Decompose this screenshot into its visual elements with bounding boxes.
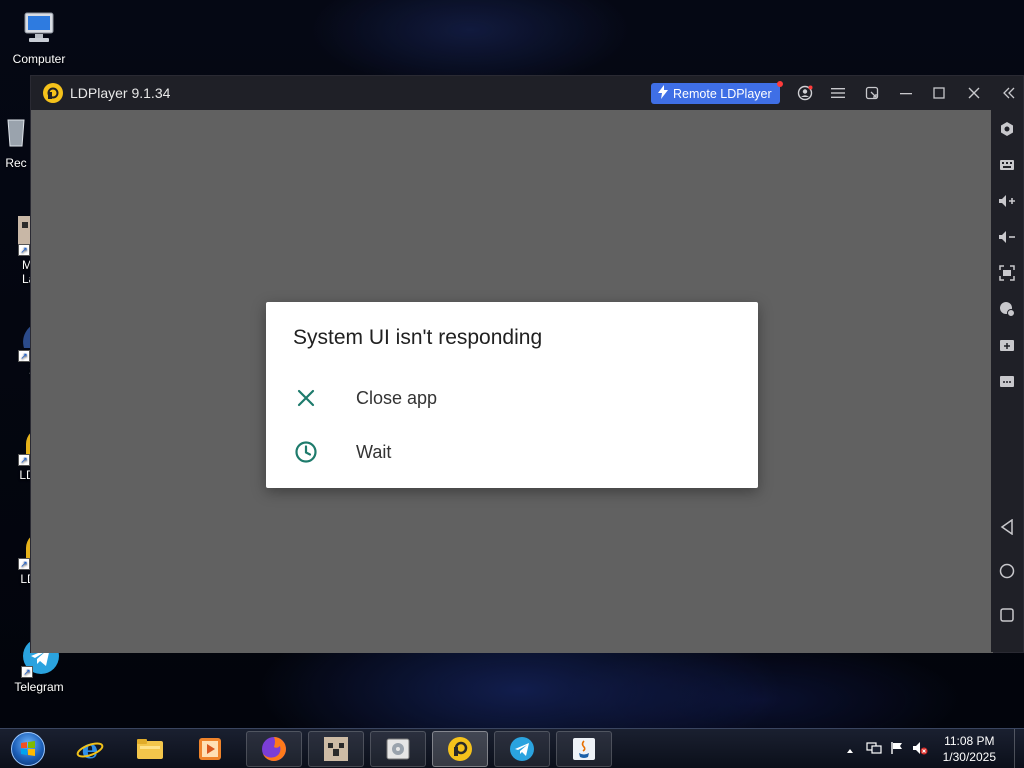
volume-tray-button[interactable] — [912, 741, 928, 760]
install-apk-icon — [1000, 302, 1015, 317]
computer-icon — [19, 8, 59, 48]
system-tray: 11:08 PM 1/30/2025 — [824, 729, 1024, 768]
close-app-option[interactable]: Close app — [266, 371, 758, 425]
clock[interactable]: 11:08 PM 1/30/2025 — [943, 733, 996, 765]
close-icon — [968, 87, 980, 99]
volume-down-button[interactable] — [995, 225, 1019, 249]
show-hidden-icons-button[interactable] — [846, 742, 854, 760]
settings-button[interactable] — [995, 117, 1019, 141]
android-screen[interactable]: System UI isn't responding Close app Wai… — [31, 110, 993, 653]
volume-up-icon — [999, 195, 1015, 207]
start-button[interactable] — [6, 730, 50, 768]
desktop-icon-computer[interactable]: Computer — [7, 8, 71, 66]
volume-down-icon — [999, 231, 1015, 243]
multi-instance-button[interactable] — [995, 333, 1019, 357]
shortcut-arrow-icon: ↗ — [18, 350, 30, 362]
taskbar-ldplayer[interactable] — [432, 731, 488, 767]
hamburger-icon — [831, 88, 845, 98]
double-chevron-left-icon — [1003, 87, 1015, 99]
remote-button-label: Remote LDPlayer — [673, 86, 772, 101]
recents-icon — [1000, 608, 1014, 622]
notification-dot — [776, 81, 783, 87]
action-center-button[interactable] — [890, 741, 904, 760]
home-button[interactable] — [995, 559, 1019, 583]
multi-instance-icon — [1000, 340, 1014, 351]
file-explorer-icon — [137, 739, 163, 759]
clock-icon — [294, 440, 318, 464]
minimize-icon — [900, 93, 912, 95]
taskbar-java[interactable] — [556, 731, 612, 767]
taskbar-internet-explorer[interactable]: e — [62, 731, 118, 767]
clock-date: 1/30/2025 — [942, 750, 996, 764]
lightning-icon — [657, 85, 669, 102]
dialog-title: System UI isn't responding — [293, 326, 543, 349]
maximize-icon — [933, 87, 945, 99]
recents-button[interactable] — [995, 603, 1019, 627]
back-button[interactable] — [995, 515, 1019, 539]
chevron-up-icon — [847, 749, 853, 753]
ldplayer-icon — [448, 737, 472, 761]
ldplayer-window: LDPlayer 9.1.34 Remote LDPlayer System U… — [30, 75, 1024, 653]
network-icon — [866, 742, 882, 754]
taskbar-firefox[interactable] — [246, 731, 302, 767]
taskbar-minecraft[interactable] — [308, 731, 364, 767]
telegram-icon — [510, 737, 534, 761]
taskbar-disk-app[interactable] — [370, 731, 426, 767]
network-tray-button[interactable] — [866, 741, 882, 760]
shortcut-arrow-icon: ↗ — [21, 666, 33, 678]
wait-label: Wait — [356, 441, 392, 462]
ldplayer-logo-icon — [43, 83, 63, 103]
install-apk-button[interactable] — [995, 297, 1019, 321]
minimize-button[interactable] — [889, 76, 923, 110]
close-window-button[interactable] — [957, 76, 991, 110]
volume-muted-icon — [913, 742, 928, 755]
wait-option[interactable]: Wait — [266, 425, 758, 479]
fullscreen-icon — [999, 265, 1015, 281]
media-player-icon — [199, 738, 221, 760]
taskbar-file-explorer[interactable] — [122, 731, 178, 767]
svg-text:e: e — [82, 735, 99, 763]
title-bar[interactable]: LDPlayer 9.1.34 Remote LDPlayer — [31, 76, 1023, 110]
more-icon — [1000, 376, 1014, 387]
flag-icon — [891, 742, 902, 754]
shortcut-arrow-icon: ↗ — [18, 244, 30, 256]
disk-icon — [386, 738, 410, 760]
clock-time: 11:08 PM — [944, 734, 995, 748]
shortcut-arrow-icon: ↗ — [18, 558, 30, 570]
shortcut-arrow-icon: ↗ — [18, 454, 30, 466]
menu-button[interactable] — [821, 76, 855, 110]
remote-ldplayer-button[interactable]: Remote LDPlayer — [651, 81, 783, 104]
desktop-icon-label: Rec — [5, 156, 27, 170]
taskbar: e 11:08 PM 1/30/2025 — [0, 728, 1024, 768]
maximize-button[interactable] — [922, 76, 956, 110]
internet-explorer-icon: e — [76, 735, 104, 763]
more-button[interactable] — [995, 369, 1019, 393]
show-desktop-button[interactable] — [1014, 729, 1024, 768]
gear-icon — [1001, 122, 1013, 136]
taskbar-telegram[interactable] — [494, 731, 550, 767]
restore-window-icon — [865, 86, 879, 100]
home-icon — [999, 563, 1015, 579]
keyboard-icon — [1000, 160, 1014, 170]
keyboard-button[interactable] — [995, 153, 1019, 177]
collapse-sidebar-button[interactable] — [993, 76, 1024, 110]
taskbar-media-player[interactable] — [182, 731, 238, 767]
fullscreen-button[interactable] — [995, 261, 1019, 285]
account-button[interactable] — [788, 76, 822, 110]
windows-logo-icon — [11, 732, 45, 766]
volume-up-button[interactable] — [995, 189, 1019, 213]
window-title: LDPlayer 9.1.34 — [70, 85, 171, 101]
firefox-icon — [262, 737, 286, 761]
back-icon — [1000, 519, 1013, 535]
java-icon — [573, 738, 595, 760]
minecraft-icon — [324, 737, 348, 761]
side-toolbar — [991, 110, 1023, 652]
anr-dialog: System UI isn't responding Close app Wai… — [266, 302, 758, 488]
desktop-icon-label: Computer — [12, 52, 66, 66]
desktop-icon-label: Telegram — [14, 680, 64, 694]
mini-mode-button[interactable] — [855, 76, 889, 110]
close-icon — [294, 386, 318, 410]
close-app-label: Close app — [356, 387, 438, 408]
user-icon — [797, 85, 813, 101]
